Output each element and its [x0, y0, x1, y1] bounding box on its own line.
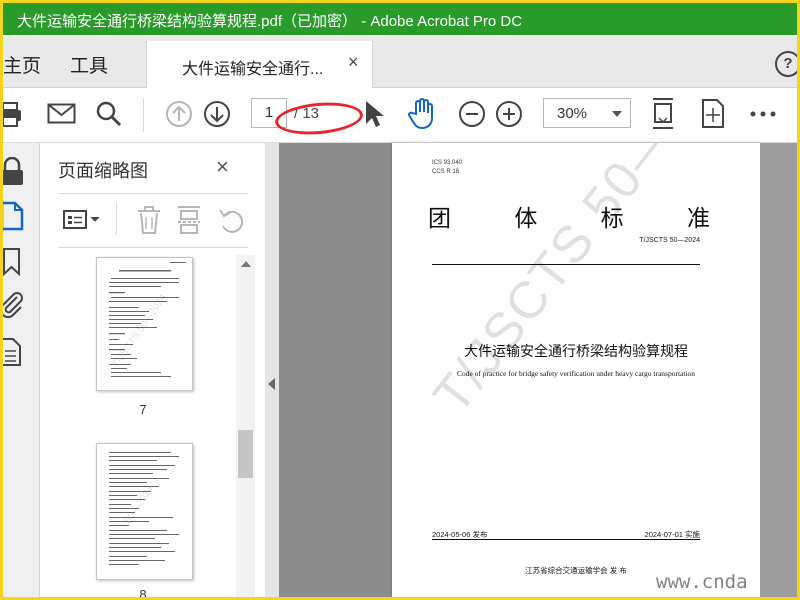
tab-tools[interactable]: 工具 [70, 51, 108, 78]
scroll-up-icon[interactable] [241, 261, 251, 267]
rotate-icon[interactable] [218, 206, 246, 234]
standard-code: T/JSCTS 50—2024 [639, 237, 700, 244]
acrobat-window: 大件运输安全通行桥梁结构验算规程.pdf（已加密） - Adobe Acroba… [3, 3, 797, 597]
search-icon[interactable] [95, 100, 123, 128]
panel-title: 页面缩略图 [58, 161, 148, 181]
document-view[interactable]: ICS 93.040 CCS R 18 团 体 标 准 T/JSCTS 50—2… [279, 143, 797, 597]
divider [58, 193, 248, 194]
ics-code: ICS 93.040 [432, 160, 463, 166]
email-icon[interactable] [47, 102, 77, 126]
zoom-value: 30% [557, 105, 588, 122]
panel-separator [116, 203, 117, 235]
toolbar-separator [143, 98, 144, 132]
page-thumbnail[interactable]: 50—2024 [96, 443, 193, 580]
attachment-icon[interactable] [3, 289, 25, 319]
close-tab-icon[interactable]: × [348, 52, 359, 73]
page-thumbnails-panel: 页面缩略图 × T/JSCTS 50—2024 7 50—2024 8 [40, 143, 265, 597]
divider [58, 247, 248, 248]
thumbnail-content: T/JSCTS 50—2024 [109, 262, 186, 377]
hand-tool-icon[interactable] [407, 97, 439, 131]
page-thumbnail[interactable]: T/JSCTS 50—2024 [96, 257, 193, 391]
delete-icon[interactable] [136, 205, 162, 235]
thumbnail-page-number: 8 [139, 587, 147, 597]
scrollbar-thumb[interactable] [238, 430, 253, 478]
page-down-icon[interactable] [203, 100, 231, 128]
content-icon[interactable] [3, 337, 23, 367]
zoom-in-icon[interactable] [495, 100, 523, 128]
thumbnail-content: 50—2024 [109, 452, 179, 565]
more-icon[interactable] [749, 110, 777, 118]
svg-text:T/JSCTS 50—2024: T/JSCTS 50—2024 [110, 292, 169, 370]
select-cursor-icon[interactable] [361, 98, 385, 130]
tab-document[interactable]: 大件运输安全通行... × [146, 41, 373, 88]
fit-page-icon[interactable] [650, 97, 676, 131]
divider [432, 539, 700, 540]
zoom-select[interactable]: 30% [543, 98, 631, 128]
panel-collapse-handle[interactable] [265, 143, 279, 597]
page-up-icon[interactable] [165, 100, 193, 128]
lock-icon[interactable] [3, 157, 25, 187]
page-watermark: T/JSCTS 50—2024 [422, 143, 760, 425]
thumbnail-options-icon[interactable] [62, 207, 102, 233]
chevron-down-icon [612, 111, 622, 117]
window-title: 大件运输安全通行桥梁结构验算规程.pdf（已加密） - Adobe Acroba… [17, 13, 523, 30]
close-panel-icon[interactable]: × [216, 154, 229, 180]
tab-home[interactable]: 主页 [3, 51, 41, 78]
toolbar: 1 / 13 30% [3, 88, 797, 143]
ccs-code: CCS R 18 [432, 169, 460, 175]
insert-page-icon[interactable] [176, 205, 202, 235]
full-screen-icon[interactable] [699, 98, 727, 130]
bookmark-icon[interactable] [3, 247, 23, 277]
site-watermark: www.cnda [656, 571, 748, 593]
tab-bar: 主页 工具 大件运输安全通行... × ? [3, 35, 797, 88]
navigation-rail [3, 143, 40, 597]
document-margin [760, 143, 797, 597]
help-icon[interactable]: ? [775, 51, 797, 77]
chevron-left-icon [268, 378, 275, 390]
thumbnail-page-number: 7 [139, 402, 147, 417]
document-tab-label: 大件运输安全通行... [182, 61, 324, 78]
page-thumbnails-icon[interactable] [3, 201, 25, 231]
title-bar: 大件运输安全通行桥梁结构验算规程.pdf（已加密） - Adobe Acroba… [3, 3, 797, 35]
panel-scrollbar[interactable] [236, 255, 255, 597]
zoom-out-icon[interactable] [458, 100, 486, 128]
pdf-page: ICS 93.040 CCS R 18 团 体 标 准 T/JSCTS 50—2… [392, 143, 760, 597]
print-icon[interactable] [3, 100, 25, 128]
